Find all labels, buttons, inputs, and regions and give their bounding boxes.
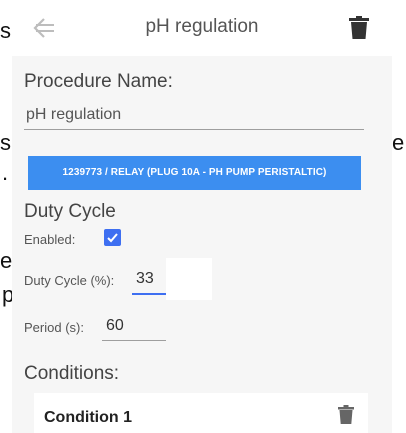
duty-cycle-percent-underline [132,293,166,295]
conditions-heading: Conditions: [24,363,120,384]
procedure-name-underline [24,129,364,130]
enabled-checkbox[interactable] [104,229,121,246]
input-overlay [166,258,212,300]
trash-icon[interactable] [348,16,370,40]
duty-cycle-percent-label: Duty Cycle (%): [24,273,115,288]
relay-selector-button[interactable]: 1239773 / RELAY (PLUG 10A - PH PUMP PERI… [28,156,361,190]
condition-title: Condition 1 [44,409,132,426]
check-icon [107,233,118,243]
background-text-fragment: e [392,130,405,155]
condition-card[interactable]: Condition 1 [34,393,368,433]
background-text-fragment: . [2,160,9,185]
background-text-fragment: s [0,130,11,155]
period-input[interactable]: 60 [106,317,124,335]
trash-icon[interactable] [338,405,354,424]
procedure-name-input[interactable]: pH regulation [26,106,121,124]
procedure-name-label: Procedure Name: [24,71,173,92]
page-title: pH regulation [145,16,259,37]
app-bar: pH regulation [12,0,392,56]
period-label: Period (s): [24,320,84,335]
period-underline [102,340,166,341]
app-screen: pH regulation Procedure Name: pH regulat… [12,0,392,433]
duty-cycle-percent-input[interactable]: 33 [136,270,154,288]
enabled-label: Enabled: [24,232,76,247]
duty-cycle-heading: Duty Cycle [24,201,116,222]
background-text-fragment: e [0,248,13,273]
background-text-fragment: s [0,18,11,43]
